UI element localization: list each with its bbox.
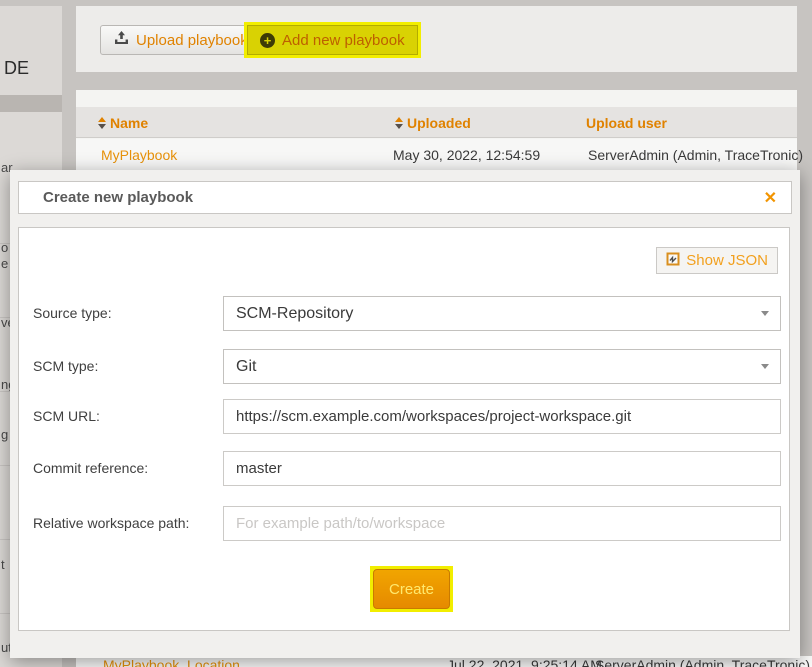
source-type-value: SCM-Repository	[236, 297, 353, 330]
form-row-source-type: Source type: SCM-Repository	[19, 296, 791, 331]
commit-reference-label: Commit reference:	[33, 451, 148, 486]
relative-workspace-path-label: Relative workspace path:	[33, 506, 189, 541]
sidebar-text-fragment: e	[1, 256, 8, 271]
column-header-uploaded-label: Uploaded	[407, 115, 471, 131]
uploaded-cell: Jul 22, 2021, 9:25:14 AM	[447, 657, 602, 667]
column-header-upload-user[interactable]: Upload user	[586, 107, 667, 138]
table-header-row: Name Uploaded Upload user	[76, 107, 797, 138]
upload-playbook-label: Upload playbook	[136, 32, 248, 49]
upload-icon	[114, 31, 129, 49]
highlight-create-button: Create	[370, 566, 453, 612]
upload-user-cell: ServerAdmin (Admin, TraceTronic)	[595, 657, 810, 667]
sort-icon	[395, 117, 403, 129]
sidebar-text-fragment: o	[1, 240, 8, 255]
playbook-name-link[interactable]: MyPlaybook	[101, 147, 177, 163]
highlight-add-new-playbook: + Add new playbook	[244, 22, 421, 58]
column-header-upload-user-label: Upload user	[586, 115, 667, 131]
form-row-scm-type: SCM type: Git	[19, 349, 791, 384]
show-json-button[interactable]: Show JSON	[656, 247, 778, 274]
create-button[interactable]: Create	[373, 569, 450, 609]
sidebar-divider	[0, 95, 62, 112]
toolbar-panel: Upload playbook + Add new playbook	[76, 6, 797, 72]
column-header-name[interactable]: Name	[98, 107, 148, 138]
sidebar-label-fragment: DE	[4, 58, 29, 79]
scm-url-input[interactable]	[223, 399, 781, 434]
scm-type-value: Git	[236, 350, 256, 383]
sort-icon	[98, 117, 106, 129]
table-row: MyPlaybook May 30, 2022, 12:54:59 Server…	[76, 139, 797, 171]
sidebar-text-fragment: t	[1, 557, 5, 572]
source-type-select[interactable]: SCM-Repository	[223, 296, 781, 331]
modal-body: Show JSON Source type: SCM-Repository SC…	[18, 227, 790, 631]
sidebar-text-fragment: g	[1, 427, 8, 442]
commit-reference-input[interactable]	[223, 451, 781, 486]
show-json-label: Show JSON	[686, 252, 768, 269]
add-new-playbook-button[interactable]: + Add new playbook	[247, 25, 418, 55]
plus-circle-icon: +	[260, 33, 275, 48]
close-icon[interactable]: ✕	[764, 182, 777, 215]
scm-type-label: SCM type:	[33, 349, 98, 384]
form-row-commit-reference: Commit reference:	[19, 451, 791, 486]
screen: DE ar o e ve ng g t ut Upload playbook +…	[0, 0, 812, 667]
form-row-relative-workspace-path: Relative workspace path:	[19, 506, 791, 541]
playbook-name-link[interactable]: MyPlaybook_Location	[103, 657, 240, 667]
upload-user-cell: ServerAdmin (Admin, TraceTronic)	[588, 147, 803, 163]
modal-header: Create new playbook ✕	[18, 181, 792, 214]
json-document-icon	[666, 252, 680, 270]
chevron-down-icon	[761, 311, 769, 316]
scm-type-select[interactable]: Git	[223, 349, 781, 384]
column-header-name-label: Name	[110, 115, 148, 131]
add-new-playbook-label: Add new playbook	[282, 32, 405, 49]
create-playbook-modal: Create new playbook ✕ Show JSON Source t…	[10, 170, 800, 658]
chevron-down-icon	[761, 364, 769, 369]
relative-workspace-path-input[interactable]	[223, 506, 781, 541]
form-row-scm-url: SCM URL:	[19, 399, 791, 434]
modal-title: Create new playbook	[43, 189, 193, 206]
uploaded-cell: May 30, 2022, 12:54:59	[393, 147, 540, 163]
source-type-label: Source type:	[33, 296, 112, 331]
scm-url-label: SCM URL:	[33, 399, 100, 434]
column-header-uploaded[interactable]: Uploaded	[395, 107, 471, 138]
upload-playbook-button[interactable]: Upload playbook	[100, 25, 262, 55]
